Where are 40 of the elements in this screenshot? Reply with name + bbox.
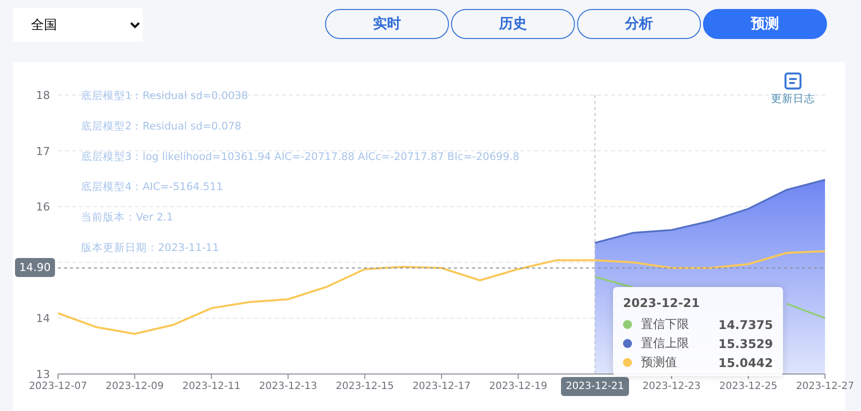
legend-dot (623, 358, 632, 367)
x-axis-label: 2023-12-23 (642, 381, 701, 392)
model-note: 底层模型3：log likelihood=10361.94 AIC=-20717.88 AICc=-20717.87 BIc=-20699.8 (81, 150, 520, 163)
y-axis-label: 13 (36, 368, 50, 381)
tab[interactable]: 实时 (325, 9, 449, 39)
region-select[interactable]: 全国 (13, 8, 143, 42)
model-note: 底层模型1：Residual sd=0.0038 (81, 90, 248, 102)
document-icon (784, 72, 802, 90)
model-note: 底层模型4：AIC=-5164.511 (81, 181, 223, 194)
x-axis-label: 2023-12-17 (412, 381, 471, 392)
x-axis-label: 2023-12-13 (259, 381, 318, 392)
x-axis-label: 2023-12-15 (336, 381, 394, 392)
x-axis-label: 2023-12-07 (28, 381, 88, 392)
x-axis-label: 2023-12-09 (106, 381, 164, 392)
series-name: 预测值 (641, 354, 678, 371)
series-name: 置信上限 (641, 335, 690, 352)
model-note: 底层模型2：Residual sd=0.078 (81, 120, 242, 132)
x-axis-label: 2023-12-19 (489, 381, 548, 392)
y-axis-label: 14 (36, 312, 50, 326)
series-name: 置信下限 (641, 316, 690, 333)
axis-pointer-label: 2023-12-21 (560, 377, 629, 396)
update-log-button[interactable]: 更新日志 (771, 72, 815, 106)
series-value: 14.7375 (718, 318, 773, 332)
x-axis-label: 2023-12-27 (796, 381, 854, 392)
y-axis-label: 16 (36, 200, 50, 214)
axis-pointer-label: 14.90 (15, 258, 55, 277)
legend-dot (623, 320, 632, 329)
model-note: 版本更新日期：2023-11-11 (81, 242, 220, 254)
tab[interactable]: 历史 (451, 9, 575, 39)
x-axis-label: 2023-12-25 (719, 381, 778, 392)
y-axis-label: 17 (36, 144, 50, 158)
legend-dot (623, 339, 632, 348)
model-note: 当前版本：Ver 2.1 (81, 212, 174, 224)
tab[interactable]: 预测 (703, 9, 827, 39)
series-value: 15.0442 (718, 356, 773, 370)
x-axis-label: 2023-12-11 (182, 381, 240, 392)
tab[interactable]: 分析 (577, 9, 701, 39)
series-value: 15.3529 (718, 336, 773, 350)
tooltip-title: 2023-12-21 (623, 296, 701, 310)
y-axis-label: 18 (36, 89, 50, 102)
